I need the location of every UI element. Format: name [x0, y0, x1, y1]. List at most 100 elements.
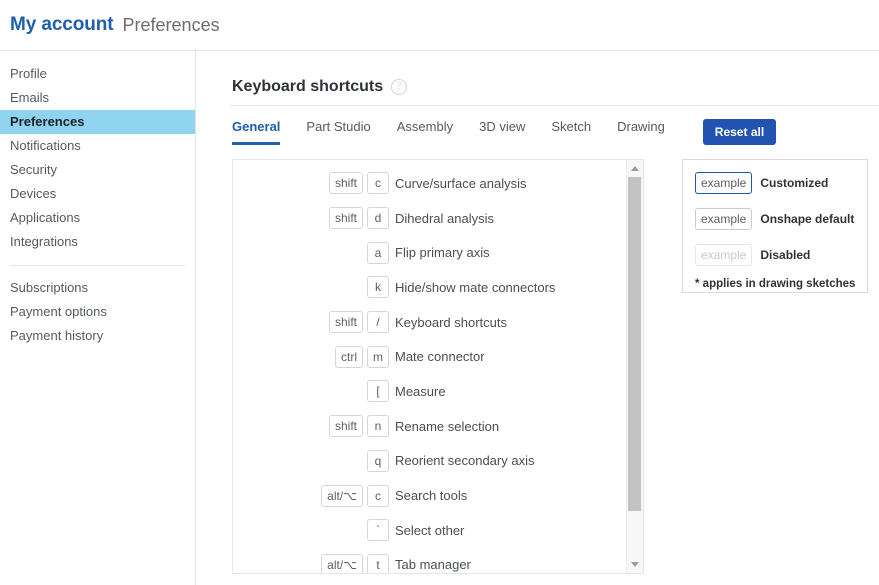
shortcut-row: shift n Rename selection [233, 409, 626, 444]
key-chip[interactable]: a [367, 241, 389, 264]
tab-assembly[interactable]: Assembly [397, 119, 453, 145]
legend-rows: example Customized example Onshape default e… [695, 172, 857, 266]
sidebar: Profile Emails Preferences Notifications Sec… [0, 51, 196, 585]
legend-chip-disabled: example [695, 244, 753, 266]
shortcut-row: a Flip primary axis [233, 235, 626, 270]
scroll-down-arrow-icon[interactable] [627, 556, 643, 573]
key-chip[interactable]: c [367, 484, 389, 507]
key-chip[interactable]: c [367, 172, 389, 195]
legend-chip-default: example [695, 208, 753, 230]
main-content: Keyboard shortcuts ? General Part Studio A… [196, 51, 879, 585]
shortcut-keys: ctrl m [233, 345, 395, 368]
legend-row: example Customized [695, 172, 857, 194]
key-chip[interactable]: ` [367, 519, 389, 542]
key-chip[interactable]: t [367, 553, 389, 573]
shortcut-row: q Reorient secondary axis [233, 444, 626, 479]
legend-label: Disabled [760, 248, 811, 262]
shortcut-keys: a [233, 241, 395, 264]
sidebar-divider [10, 265, 185, 266]
sidebar-item-payment-options[interactable]: Payment options [0, 300, 195, 324]
shortcut-row: ctrl m Mate connector [233, 339, 626, 374]
shortcut-label: Tab manager [395, 557, 471, 573]
sidebar-group-primary: Profile Emails Preferences Notifications Sec… [0, 62, 195, 254]
shortcut-label: Hide/show mate connectors [395, 279, 556, 295]
shortcut-row: shift d Dihedral analysis [233, 201, 626, 236]
key-chip[interactable]: d [367, 207, 389, 230]
help-icon[interactable]: ? [391, 79, 408, 95]
shortcut-label: Flip primary axis [395, 245, 490, 261]
sidebar-item-profile[interactable]: Profile [0, 62, 195, 86]
tab-sketch[interactable]: Sketch [551, 119, 591, 145]
legend-row: example Onshape default [695, 208, 857, 230]
triangle-up-icon [631, 166, 639, 171]
key-chip[interactable]: m [367, 345, 389, 368]
key-chip[interactable]: alt/⌥ [321, 484, 363, 507]
key-chip[interactable]: shift [328, 172, 363, 195]
sidebar-item-subscriptions[interactable]: Subscriptions [0, 276, 195, 300]
tab-part-studio[interactable]: Part Studio [306, 119, 370, 145]
key-chip[interactable]: n [367, 415, 389, 438]
sidebar-item-integrations[interactable]: Integrations [0, 230, 195, 254]
shortcut-label: Measure [395, 383, 446, 399]
shortcut-row: [ Measure [233, 374, 626, 409]
legend-label: Customized [760, 176, 829, 190]
tabs-container: General Part Studio Assembly 3D view Sketch D… [232, 119, 691, 145]
scrollbar-thumb[interactable] [628, 177, 641, 511]
shortcut-keys: [ [233, 380, 395, 403]
shortcut-row: alt/⌥ t Tab manager [233, 548, 626, 573]
shortcuts-scrollbar[interactable] [626, 160, 643, 573]
shortcut-label: Reorient secondary axis [395, 453, 535, 469]
tab-3d-view[interactable]: 3D view [479, 119, 525, 145]
shortcut-label: Curve/surface analysis [395, 175, 527, 191]
shortcut-label: Keyboard shortcuts [395, 314, 508, 330]
key-chip[interactable]: k [367, 276, 389, 299]
shortcut-keys: k [233, 276, 395, 299]
sidebar-item-emails[interactable]: Emails [0, 86, 195, 110]
shortcut-label: Select other [395, 522, 465, 538]
key-chip[interactable]: shift [328, 415, 363, 438]
sidebar-item-applications[interactable]: Applications [0, 206, 195, 230]
sidebar-item-preferences[interactable]: Preferences [0, 110, 195, 134]
shortcut-keys: q [233, 449, 395, 472]
sidebar-item-notifications[interactable]: Notifications [0, 134, 195, 158]
shortcut-keys: shift n [233, 415, 395, 438]
shortcut-row: shift / Keyboard shortcuts [233, 305, 626, 340]
key-chip[interactable]: / [367, 311, 389, 334]
shortcuts-panel: shift c Curve/surface analysis shift d Dihedr… [232, 159, 644, 574]
section-heading-row: Keyboard shortcuts ? [230, 78, 879, 106]
sidebar-item-payment-history[interactable]: Payment history [0, 324, 195, 348]
legend-label: Onshape default [760, 212, 855, 226]
scroll-up-arrow-icon[interactable] [627, 160, 643, 177]
key-chip[interactable]: q [367, 449, 389, 472]
shortcut-label: Rename selection [395, 418, 500, 434]
account-title: My account [10, 14, 114, 35]
shortcut-label: Dihedral analysis [395, 210, 494, 226]
tab-bar: General Part Studio Assembly 3D view Sketch D… [232, 119, 879, 149]
app-header: My account Preferences [0, 0, 879, 51]
sidebar-group-billing: Subscriptions Payment options Payment hist… [0, 276, 195, 348]
key-chip[interactable]: shift [328, 207, 363, 230]
key-chip[interactable]: [ [367, 380, 389, 403]
shortcut-label: Search tools [395, 488, 468, 504]
shortcut-keys: shift d [233, 207, 395, 230]
page-title: Keyboard shortcuts [232, 78, 384, 95]
sidebar-item-devices[interactable]: Devices [0, 182, 195, 206]
scrollbar-track[interactable] [627, 177, 643, 556]
tab-general[interactable]: General [232, 119, 281, 145]
shortcut-keys: shift / [233, 311, 395, 334]
shortcut-label: Mate connector [395, 349, 485, 365]
lower-area: shift c Curve/surface analysis shift d Dihedr… [232, 159, 879, 574]
shortcut-row: ` Select other [233, 513, 626, 548]
shortcut-keys: alt/⌥ c [233, 484, 395, 507]
shortcut-keys: alt/⌥ t [233, 553, 395, 573]
legend-chip-customized: example [695, 172, 753, 194]
key-chip[interactable]: ctrl [335, 345, 363, 368]
body-split: Profile Emails Preferences Notifications Sec… [0, 51, 879, 585]
reset-all-button[interactable]: Reset all [702, 119, 777, 145]
shortcut-row: alt/⌥ c Search tools [233, 478, 626, 513]
tab-drawing[interactable]: Drawing [617, 119, 665, 145]
key-chip[interactable]: shift [328, 311, 363, 334]
shortcut-row: k Hide/show mate connectors [233, 270, 626, 305]
key-chip[interactable]: alt/⌥ [321, 553, 363, 573]
sidebar-item-security[interactable]: Security [0, 158, 195, 182]
